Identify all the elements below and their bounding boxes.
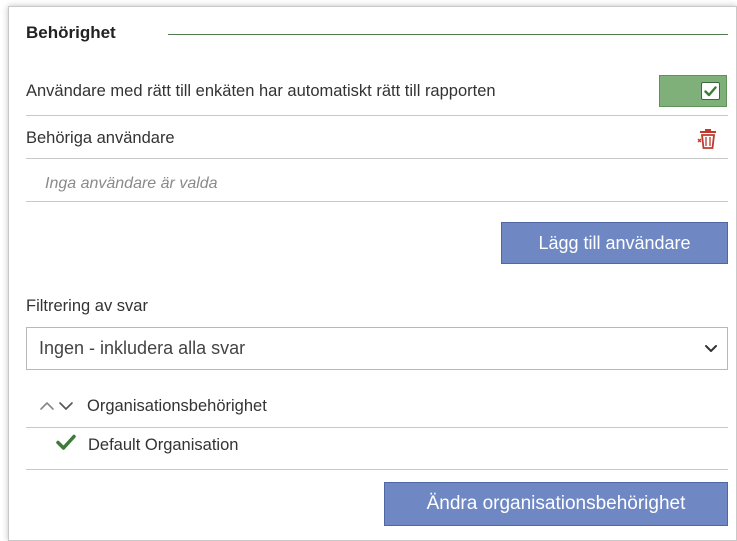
divider <box>26 427 728 428</box>
permissions-panel: Behörighet Användare med rätt till enkät… <box>8 6 737 541</box>
chevron-down-icon <box>705 345 717 352</box>
organisation-item: Default Organisation <box>88 436 239 454</box>
checkmark-icon <box>704 85 717 96</box>
divider <box>26 469 728 470</box>
section-title: Behörighet <box>26 23 116 42</box>
organisation-header[interactable]: Organisationsbehörighet <box>87 397 267 416</box>
filter-select[interactable]: Ingen - inkludera alla svar <box>26 327 728 370</box>
filter-selected-value: Ingen - inkludera alla svar <box>39 338 246 358</box>
change-organisation-button[interactable]: Ändra organisationsbehörighet <box>384 482 728 526</box>
chevron-down-icon <box>59 402 73 410</box>
divider <box>26 201 728 202</box>
divider <box>26 158 728 159</box>
checkbox-checked-icon[interactable] <box>701 82 720 100</box>
expand-collapse-arrows[interactable] <box>39 398 77 412</box>
trash-icon[interactable] <box>697 128 719 152</box>
chevron-up-icon <box>40 402 54 410</box>
check-icon <box>56 434 76 450</box>
divider <box>26 115 728 116</box>
add-user-button[interactable]: Lägg till användare <box>501 222 728 264</box>
authorized-users-label: Behöriga användare <box>26 129 175 147</box>
no-users-message: Inga användare är valda <box>45 175 218 192</box>
filter-label: Filtrering av svar <box>26 297 148 315</box>
auto-access-toggle[interactable] <box>659 75 727 107</box>
auto-access-label: Användare med rätt till enkäten har auto… <box>26 82 496 100</box>
section-divider <box>168 34 728 35</box>
